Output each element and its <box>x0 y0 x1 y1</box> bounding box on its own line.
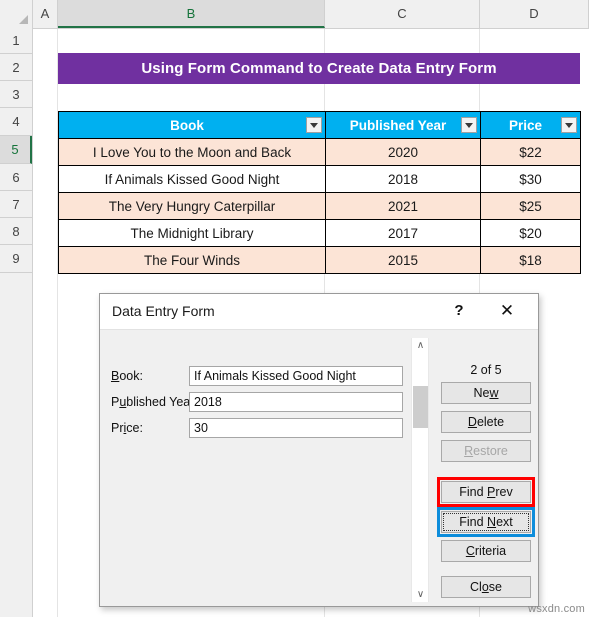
close-button-accel: o <box>481 580 489 594</box>
close-button-pre: Cl <box>470 580 482 594</box>
row-header-9[interactable]: 9 <box>0 245 32 273</box>
field-label-book-rest: ook: <box>119 369 143 383</box>
column-header-bar: A B C D <box>0 0 589 29</box>
field-label-price: Price: <box>111 418 143 438</box>
filter-dropdown-published-year[interactable] <box>461 117 477 133</box>
cell-price[interactable]: $18 <box>480 246 581 274</box>
table-row[interactable]: I Love You to the Moon and Back 2020 $22 <box>58 138 581 166</box>
find-next-pre: Find <box>459 515 488 529</box>
header-label-published-year: Published Year <box>349 117 447 133</box>
dialog-title: Data Entry Form <box>112 303 215 319</box>
row-header-7[interactable]: 7 <box>0 191 32 218</box>
new-button-accel: w <box>489 386 499 400</box>
select-all-triangle-icon <box>19 15 28 24</box>
cell-book[interactable]: The Four Winds <box>58 246 326 274</box>
cell-published-year[interactable]: 2015 <box>325 246 481 274</box>
field-label-price-pre: Pr <box>111 421 124 435</box>
restore-button-post: estore <box>473 444 508 458</box>
table-row[interactable]: The Midnight Library 2017 $20 <box>58 219 581 247</box>
column-header-d[interactable]: D <box>480 0 589 28</box>
column-header-a[interactable]: A <box>33 0 58 28</box>
cell-published-year[interactable]: 2017 <box>325 219 481 247</box>
header-label-book: Book <box>170 117 204 133</box>
table-header-row: Book Published Year Price <box>58 111 581 139</box>
find-next-accel: N <box>487 515 497 529</box>
restore-button: Restore <box>441 440 531 462</box>
published-year-input[interactable] <box>189 392 403 412</box>
restore-button-accel: R <box>464 444 474 458</box>
price-input[interactable] <box>189 418 403 438</box>
cell-published-year[interactable]: 2021 <box>325 192 481 220</box>
criteria-post: riteria <box>474 544 507 558</box>
close-icon[interactable]: ✕ <box>490 294 524 328</box>
cell-price[interactable]: $20 <box>480 219 581 247</box>
record-counter: 2 of 5 <box>470 363 502 377</box>
delete-button-accel: D <box>467 415 477 429</box>
column-header-b[interactable]: B <box>58 0 325 28</box>
row-header-6[interactable]: 6 <box>0 164 32 191</box>
find-prev-button[interactable]: Find Prev <box>441 481 531 503</box>
filter-dropdown-book[interactable] <box>306 117 322 133</box>
scrollbar-thumb[interactable] <box>413 386 428 428</box>
close-button[interactable]: Close <box>441 576 531 598</box>
find-prev-pre: Find <box>459 485 488 499</box>
find-prev-post: rev <box>495 485 513 499</box>
book-data-table: Book Published Year Price I Love You to … <box>58 111 581 274</box>
cell-published-year[interactable]: 2018 <box>325 165 481 193</box>
row-header-2[interactable]: 2 <box>0 54 32 81</box>
row-header-bar: 1 2 3 4 5 6 7 8 9 <box>0 28 33 617</box>
cell-book[interactable]: The Very Hungry Caterpillar <box>58 192 326 220</box>
dialog-body: Book: Published Year: Price: ∧ ∨ 2 of 5 … <box>100 330 538 607</box>
book-input[interactable] <box>189 366 403 386</box>
cell-book[interactable]: If Animals Kissed Good Night <box>58 165 326 193</box>
table-row[interactable]: If Animals Kissed Good Night 2018 $30 <box>58 165 581 193</box>
cell-book[interactable]: I Love You to the Moon and Back <box>58 138 326 166</box>
column-header-c[interactable]: C <box>325 0 480 28</box>
select-all-corner[interactable] <box>0 0 33 28</box>
find-next-button[interactable]: Find Next <box>441 511 531 533</box>
column-header-book[interactable]: Book <box>58 111 326 139</box>
dialog-title-bar[interactable]: Data Entry Form ? ✕ <box>100 294 538 330</box>
field-label-book: Book: <box>111 366 143 386</box>
record-scrollbar[interactable]: ∧ ∨ <box>411 338 429 602</box>
data-entry-form-dialog: Data Entry Form ? ✕ Book: Published Year… <box>99 293 539 607</box>
sheet-title-banner: Using Form Command to Create Data Entry … <box>58 53 580 84</box>
cell-price[interactable]: $25 <box>480 192 581 220</box>
column-header-published-year[interactable]: Published Year <box>325 111 481 139</box>
chevron-down-icon <box>465 122 473 128</box>
row-header-3[interactable]: 3 <box>0 81 32 108</box>
scroll-up-icon[interactable]: ∧ <box>412 338 429 353</box>
cell-published-year[interactable]: 2020 <box>325 138 481 166</box>
column-header-price[interactable]: Price <box>480 111 581 139</box>
filter-dropdown-price[interactable] <box>561 117 577 133</box>
field-label-py-rest: blished Year: <box>126 395 198 409</box>
table-row[interactable]: The Four Winds 2015 $18 <box>58 246 581 274</box>
watermark: wsxdn.com <box>528 603 585 615</box>
cell-price[interactable]: $22 <box>480 138 581 166</box>
criteria-accel: C <box>465 544 475 558</box>
row-header-4[interactable]: 4 <box>0 108 32 136</box>
field-label-price-rest: ce: <box>126 421 143 435</box>
table-row[interactable]: The Very Hungry Caterpillar 2021 $25 <box>58 192 581 220</box>
row-header-8[interactable]: 8 <box>0 218 32 245</box>
find-next-post: ext <box>496 515 513 529</box>
criteria-button[interactable]: Criteria <box>441 540 531 562</box>
delete-button[interactable]: Delete <box>441 411 531 433</box>
close-button-post: se <box>488 580 502 594</box>
row-header-5[interactable]: 5 <box>0 136 32 164</box>
row-header-1[interactable]: 1 <box>0 28 32 54</box>
cell-book[interactable]: The Midnight Library <box>58 219 326 247</box>
new-button-pre: Ne <box>473 386 490 400</box>
help-icon[interactable]: ? <box>442 294 476 328</box>
chevron-down-icon <box>565 122 573 128</box>
cell-price[interactable]: $30 <box>480 165 581 193</box>
scroll-down-icon[interactable]: ∨ <box>412 587 429 602</box>
chevron-down-icon <box>310 122 318 128</box>
field-label-published-year: Published Year: <box>111 392 198 412</box>
delete-button-post: elete <box>476 415 505 429</box>
new-button[interactable]: New <box>441 382 531 404</box>
